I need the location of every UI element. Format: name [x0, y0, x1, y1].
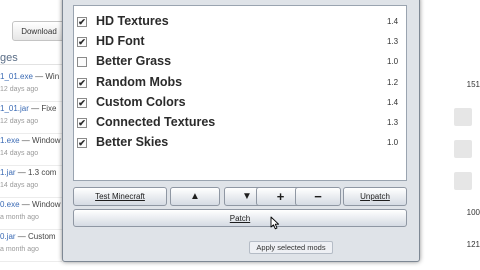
- test-minecraft-label: Test Minecraft: [95, 192, 145, 201]
- file-entry: 1.jar — 1.3 com: [0, 168, 56, 177]
- mod-row[interactable]: ✔ Custom Colors 1.4: [74, 94, 406, 114]
- mod-name: Random Mobs: [96, 74, 183, 89]
- count-row: 121: [420, 240, 480, 270]
- thumbnail-tile: [454, 140, 472, 158]
- file-date: 12 days ago: [0, 118, 39, 125]
- file-description: — Window: [19, 136, 61, 145]
- minus-icon: −: [314, 188, 322, 204]
- file-link[interactable]: 0.jar: [0, 232, 16, 241]
- count-row: [420, 172, 480, 206]
- checkmark-icon[interactable]: ✔: [77, 138, 87, 149]
- mod-name: Better Skies: [96, 135, 169, 150]
- mod-row[interactable]: ✔ Connected Textures 1.3: [74, 114, 406, 134]
- file-link[interactable]: 0.exe: [0, 200, 20, 209]
- file-link[interactable]: 1_01.exe: [0, 72, 33, 81]
- mod-name: HD Font: [96, 34, 145, 49]
- file-row: 1.jar — 1.3 com 14 days ago: [0, 168, 62, 198]
- count-row: [420, 140, 480, 174]
- divider: [0, 64, 62, 65]
- file-entry: 0.exe — Window: [0, 200, 60, 209]
- file-row: 1_01.exe — Win 12 days ago: [0, 72, 62, 102]
- file-description: — Window: [19, 200, 61, 209]
- file-description: — Custom: [15, 232, 56, 241]
- file-date: 14 days ago: [0, 150, 39, 157]
- file-description: — Win: [32, 72, 60, 81]
- mod-version: 1.0: [387, 57, 399, 67]
- mcpatcher-window: ✔ HD Textures 1.4 ✔ HD Font 1.3 Better Grass 1.…: [62, 0, 420, 262]
- file-description: — Fixe: [28, 104, 57, 113]
- mod-row[interactable]: ✔ HD Font 1.3: [74, 33, 406, 53]
- checkmark-icon[interactable]: ✔: [77, 118, 87, 128]
- plus-icon: +: [276, 188, 285, 204]
- mod-row[interactable]: Better Grass 1.0: [74, 53, 406, 73]
- arrow-down-icon: ▼: [242, 190, 252, 202]
- file-entry: 1_01.jar — Fixe: [0, 104, 56, 113]
- checkmark-icon[interactable]: ✔: [77, 97, 87, 108]
- mod-row[interactable]: ✔ Random Mobs 1.2: [74, 74, 406, 94]
- file-row: 0.exe — Window a month ago: [0, 200, 62, 230]
- mod-name: HD Textures: [96, 14, 169, 28]
- move-up-button[interactable]: ▲: [170, 187, 220, 206]
- section-heading: ges: [0, 52, 18, 64]
- unpatch-label: Unpatch: [360, 192, 390, 201]
- mouse-pointer-icon: [270, 216, 280, 230]
- remove-mod-button[interactable]: −: [295, 187, 341, 206]
- download-count: 100: [466, 208, 480, 217]
- file-link[interactable]: 1.exe: [0, 136, 20, 145]
- file-entry: 0.jar — Custom: [0, 232, 56, 241]
- count-row: 100: [420, 208, 480, 238]
- mod-row[interactable]: ✔ HD Textures 1.4: [74, 13, 406, 33]
- mod-version: 1.3: [387, 37, 399, 47]
- file-entry: 1_01.exe — Win: [0, 72, 59, 81]
- count-row: 151: [420, 80, 480, 110]
- checkmark-icon[interactable]: ✔: [77, 17, 87, 27]
- file-entry: 1.exe — Window: [0, 136, 60, 145]
- file-link[interactable]: 1.jar: [0, 168, 16, 177]
- count-row: [420, 108, 480, 142]
- file-date: 12 days ago: [0, 86, 39, 93]
- file-date: 14 days ago: [0, 182, 39, 189]
- test-minecraft-button[interactable]: Test Minecraft: [73, 187, 167, 206]
- file-date: a month ago: [0, 214, 39, 221]
- mod-version: 1.4: [387, 17, 399, 26]
- file-row: 1.exe — Window 14 days ago: [0, 136, 62, 166]
- mod-version: 1.3: [387, 118, 399, 127]
- thumbnail-tile: [454, 108, 472, 126]
- mod-name: Better Grass: [96, 54, 172, 69]
- file-row: 0.jar — Custom a month ago: [0, 232, 62, 262]
- file-description: — 1.3 com: [15, 168, 57, 177]
- file-date: a month ago: [0, 246, 39, 253]
- mod-name: Custom Colors: [96, 94, 186, 109]
- patch-label: Patch: [229, 213, 251, 223]
- mod-name: Connected Textures: [96, 115, 216, 129]
- mod-version: 1.0: [387, 138, 399, 148]
- checkmark-icon[interactable]: ✔: [77, 37, 87, 48]
- file-link[interactable]: 1_01.jar: [0, 104, 29, 113]
- thumbnail-tile: [454, 172, 472, 190]
- download-count: 121: [466, 240, 480, 249]
- file-row: 1_01.jar — Fixe 12 days ago: [0, 104, 62, 134]
- mod-checkbox[interactable]: [77, 57, 87, 68]
- checkmark-icon[interactable]: ✔: [77, 77, 87, 88]
- mod-list[interactable]: ✔ HD Textures 1.4 ✔ HD Font 1.3 Better Grass 1.…: [73, 5, 407, 181]
- mod-version: 1.4: [387, 97, 399, 107]
- patch-button[interactable]: Patch: [73, 209, 407, 227]
- mod-row[interactable]: ✔ Better Skies 1.0: [74, 134, 406, 154]
- status-bar-text: Apply selected mods: [249, 241, 333, 254]
- arrow-up-icon: ▲: [190, 190, 200, 202]
- mod-version: 1.2: [387, 77, 399, 87]
- download-count: 151: [466, 80, 480, 89]
- download-button[interactable]: Download: [12, 21, 66, 41]
- unpatch-button[interactable]: Unpatch: [343, 187, 407, 206]
